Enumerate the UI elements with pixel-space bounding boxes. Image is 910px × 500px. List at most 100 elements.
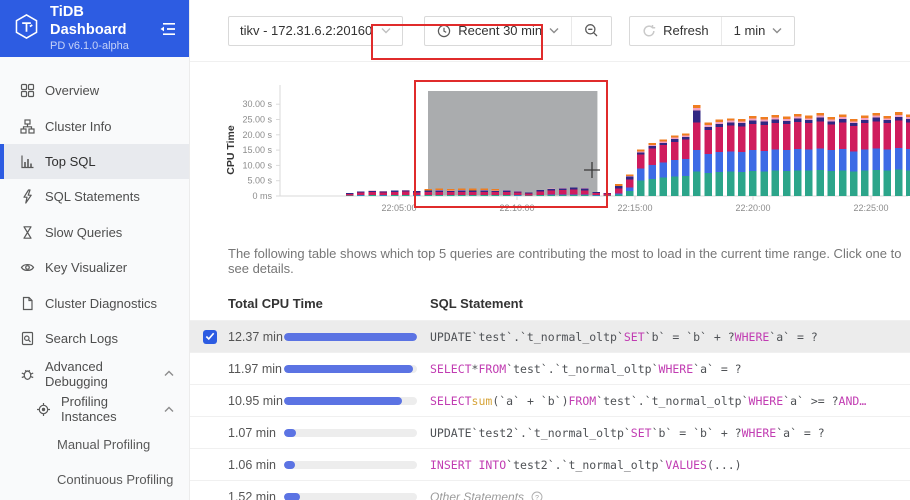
chart-bar-segment	[469, 192, 477, 195]
sidebar-item-label: Continuous Profiling	[57, 472, 173, 487]
chart-bar-segment	[592, 192, 600, 193]
chart-bar-segment	[536, 190, 544, 192]
chart-bar-segment	[861, 118, 869, 120]
help-icon[interactable]: ?	[531, 491, 543, 500]
y-tick-label: 5.00 s	[247, 176, 272, 186]
table-row-query[interactable]: 1.06 minINSERT INTO `test2`.`t_normal_ol…	[190, 448, 910, 480]
sidebar-item-continuous-profiling[interactable]: Continuous Profiling	[0, 462, 189, 497]
table-row-query[interactable]: 11.97 minSELECT * FROM `test`.`t_normal_…	[190, 352, 910, 384]
sidebar-item-cluster-info[interactable]: Cluster Info	[0, 108, 189, 143]
chart-bar-segment	[660, 178, 668, 196]
chart-bar-segment	[671, 176, 679, 196]
sidebar-item-top-sql[interactable]: Top SQL	[0, 144, 189, 179]
table-row-query[interactable]: 12.37 minUPDATE `test`.`t_normal_oltp` S…	[190, 320, 910, 352]
sidebar-collapse-icon[interactable]	[159, 21, 177, 37]
sidebar-item-overview[interactable]: Overview	[0, 73, 189, 108]
chart-bar-segment	[872, 121, 880, 148]
sidebar-item-key-visualizer[interactable]: Key Visualizer	[0, 250, 189, 285]
sidebar-item-search-logs[interactable]: Search Logs	[0, 321, 189, 356]
chart-bar-segment	[850, 123, 858, 126]
chart-bar-segment	[772, 149, 780, 170]
sidebar-item-profiling-instances[interactable]: Profiling Instances	[0, 392, 189, 427]
chart-bar-segment	[738, 121, 746, 123]
auto-refresh-select[interactable]: 1 min	[721, 17, 795, 45]
refresh-button[interactable]: Refresh	[630, 17, 721, 45]
chart-bar-segment	[783, 116, 791, 118]
chart-bar-segment	[447, 189, 455, 191]
chart-bar-segment	[760, 117, 768, 119]
chart-bar-segment	[805, 120, 813, 123]
chart-bar-segment	[682, 159, 690, 176]
chart-bar-segment	[682, 137, 690, 140]
chart-bar-segment	[671, 139, 679, 142]
chart-bar-segment	[716, 120, 724, 122]
chart-bar-segment	[783, 171, 791, 196]
chart-bar-segment	[648, 179, 656, 196]
instance-select[interactable]: tikv - 172.31.6.2:20160	[228, 16, 403, 46]
chevron-up-icon	[164, 370, 174, 377]
chart-bar-segment	[716, 152, 724, 172]
sidebar-item-cluster-diagnostics[interactable]: Cluster Diagnostics	[0, 285, 189, 320]
chart-bar-segment	[906, 117, 910, 119]
chart-bar-segment	[794, 149, 802, 170]
y-tick-label: 10.00 s	[242, 160, 272, 170]
chart-bar-segment	[447, 195, 455, 196]
chart-bar-segment	[906, 149, 910, 170]
chart-bar-segment	[749, 121, 757, 124]
chart-bar-segment	[458, 192, 466, 195]
chart-bar-segment	[548, 189, 556, 191]
chart-bar-segment	[480, 190, 488, 192]
chart-bar-segment	[794, 122, 802, 149]
chart-bar-segment	[615, 186, 623, 188]
chart-bar-segment	[727, 172, 735, 196]
chart-brush-selection[interactable]	[428, 91, 597, 196]
cpu-bar-track	[284, 429, 417, 437]
chart-bar-segment	[861, 123, 869, 149]
row-checkbox-checked[interactable]	[203, 330, 217, 344]
chart-bar-segment	[615, 194, 623, 195]
chevron-down-icon	[381, 27, 391, 34]
chart-bar-segment	[469, 195, 477, 196]
chart-bar-segment	[660, 145, 668, 162]
chart-bar-segment	[536, 195, 544, 196]
chart-bar-segment	[391, 192, 399, 195]
chart-bar-segment	[850, 119, 858, 121]
sql-token: UPDATE	[430, 330, 472, 344]
chart-bar-segment	[637, 168, 645, 180]
chart-bar-segment	[402, 195, 410, 196]
sql-token: sum	[472, 394, 493, 408]
sidebar-menu: OverviewCluster InfoTop SQL SQL Statement…	[0, 57, 189, 498]
instance-select-value: tikv - 172.31.6.2:20160	[240, 23, 372, 38]
chart-bar-segment	[783, 150, 791, 171]
zoom-out-icon	[584, 23, 599, 38]
sidebar-item-manual-profiling[interactable]: Manual Profiling	[0, 427, 189, 462]
chart-bar-segment	[480, 189, 488, 190]
chart-bar-segment	[749, 116, 757, 118]
chart-bar-segment	[671, 160, 679, 176]
chart-bar-segment	[570, 194, 578, 195]
sql-token: `b` = `b` + ?	[652, 426, 742, 440]
table-row-other-statements[interactable]: 1.52 minOther Statements ?	[190, 480, 910, 500]
chart-bar-segment	[660, 142, 668, 143]
cpu-time-chart[interactable]: 30.00 s25.00 s20.00 s15.00 s10.00 s5.00 …	[190, 70, 910, 220]
table-row-query[interactable]: 1.07 minUPDATE `test2`.`t_normal_oltp` S…	[190, 416, 910, 448]
sidebar-item-slow-queries[interactable]: Slow Queries	[0, 215, 189, 250]
advanced-debugging-bug-icon	[20, 366, 35, 381]
chart-bar-segment	[772, 118, 780, 120]
sql-statement-text: SELECT * FROM `test`.`t_normal_oltp` WHE…	[430, 362, 742, 376]
sidebar-item-advanced-debugging[interactable]: Advanced Debugging	[0, 356, 189, 391]
table-row-query[interactable]: 10.95 minSELECT sum (`a` + `b`) FROM `te…	[190, 384, 910, 416]
total-cpu-time-value: 1.06 min	[228, 458, 284, 472]
zoom-out-time-button[interactable]	[571, 17, 611, 45]
cpu-time-bar	[284, 461, 430, 469]
sidebar-item-sql-statements[interactable]: SQL Statements	[0, 179, 189, 214]
chart-bar-segment	[559, 190, 567, 194]
sidebar-item-label: SQL Statements	[45, 189, 140, 204]
chart-bar-segment	[424, 195, 432, 196]
chart-bar-segment	[637, 149, 645, 151]
chart-bar-segment	[839, 149, 847, 170]
chart-bar-segment	[805, 116, 813, 119]
y-tick-label: 30.00 s	[242, 99, 272, 109]
time-range-select[interactable]: Recent 30 min	[425, 17, 571, 45]
sql-token: `a` = ?	[693, 362, 741, 376]
